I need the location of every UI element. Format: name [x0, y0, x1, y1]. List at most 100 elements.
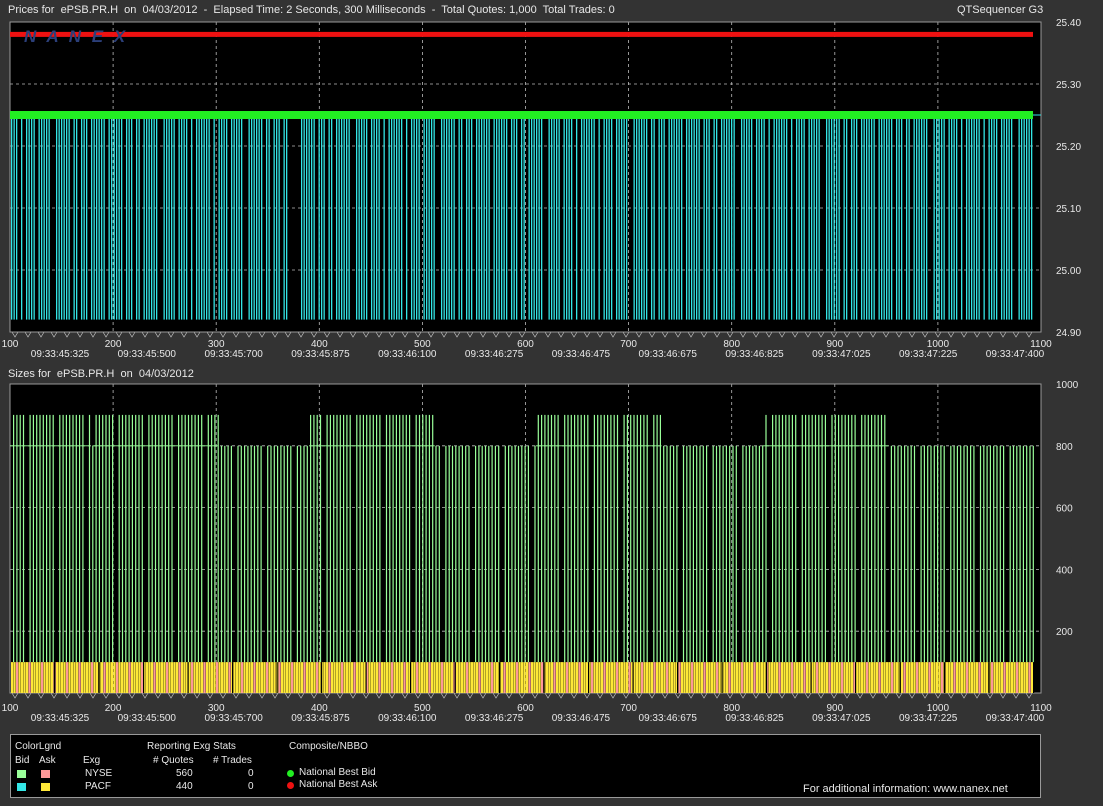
ask-size-bar — [396, 662, 399, 693]
bid-size-bar — [577, 414, 579, 663]
bid-size-bar — [283, 445, 285, 663]
ask-size-bar — [493, 662, 496, 693]
x-minor-tick — [986, 331, 994, 338]
ask-size-bar — [191, 662, 194, 693]
bid-size-bar — [517, 445, 520, 663]
pacf-bid-bar — [558, 115, 560, 320]
pacf-bid-bar — [786, 115, 788, 320]
bid-size-bar — [636, 414, 638, 663]
ask-size-bar — [761, 662, 764, 693]
ask-separator — [454, 662, 456, 693]
x-minor-tick — [50, 331, 58, 338]
pacf-bid-bar — [481, 115, 483, 320]
bid-size-bar — [465, 445, 467, 663]
pacf-bid-bar — [678, 115, 680, 320]
ask-size-bar — [106, 662, 109, 693]
ask-size-bar — [566, 662, 569, 693]
x-minor-tick — [557, 692, 565, 699]
x-minor-tick — [310, 692, 318, 699]
ask-size-bar — [258, 662, 261, 693]
x-time-label: 09:33:45:500 — [118, 713, 177, 724]
pacf-bid-bar — [906, 115, 908, 320]
x-time-label: 09:33:46:100 — [378, 713, 437, 724]
x-minor-tick — [310, 331, 318, 338]
y-tick-label: 200 — [1056, 627, 1073, 638]
ask-size-bar — [286, 662, 289, 693]
legend-ask-header: Ask — [39, 755, 56, 766]
ask-size-bar — [86, 662, 89, 693]
pacf-bid-bar — [901, 115, 903, 320]
x-minor-tick — [24, 692, 32, 699]
ask-separator — [365, 662, 367, 693]
x-minor-tick — [63, 692, 71, 699]
x-minor-tick — [1025, 331, 1033, 338]
bid-size-bar — [32, 414, 34, 663]
pacf-bid-bar — [191, 115, 193, 320]
pacf-bid-bar — [443, 115, 445, 320]
ask-size-bar — [116, 662, 119, 693]
pacf-bid-bar — [643, 115, 645, 320]
pacf-bid-bar — [208, 115, 210, 320]
x-tick-label: 100 — [2, 339, 19, 350]
ask-size-bar — [458, 662, 461, 693]
bid-size-bar — [181, 414, 183, 663]
pacf-bid-bar — [581, 115, 583, 320]
x-minor-tick — [804, 331, 812, 338]
nbbo-bid-dot — [287, 770, 294, 777]
pacf-bid-bar — [196, 115, 198, 320]
ask-size-bar — [638, 662, 641, 693]
x-minor-tick — [76, 331, 84, 338]
ask-size-bar — [801, 662, 804, 693]
ask-size-bar — [573, 662, 576, 693]
bid-size-bar — [138, 414, 140, 663]
pacf-bid-bar — [846, 115, 848, 320]
ask-size-bar — [201, 662, 204, 693]
bid-size-bar — [112, 414, 114, 663]
ask-size-bar — [241, 662, 244, 693]
ask-size-bar — [986, 662, 989, 693]
bid-size-bar — [211, 414, 213, 663]
bid-size-bar — [973, 445, 975, 663]
bid-size-bar — [953, 445, 955, 663]
ask-size-bar — [403, 662, 406, 693]
x-minor-tick — [479, 331, 487, 338]
pacf-bid-bar — [516, 115, 518, 320]
ask-size-bar — [513, 662, 516, 693]
ask-size-bar — [481, 662, 484, 693]
pacf-bid-bar — [58, 115, 60, 320]
bid-size-bar — [39, 414, 41, 663]
x-minor-tick — [752, 692, 760, 699]
x-minor-tick — [739, 692, 747, 699]
pacf-bid-bar — [131, 115, 133, 320]
pacf-bid-bar — [373, 115, 375, 320]
pacf-bid-bar — [943, 115, 945, 320]
ask-size-bar — [748, 662, 751, 693]
pacf-bid-bar — [448, 115, 450, 320]
bid-size-bar — [580, 414, 582, 663]
x-minor-tick — [388, 331, 396, 338]
bid-size-bar — [214, 414, 216, 663]
nbbo-title: Composite/NBBO — [289, 741, 368, 752]
bid-size-bar — [785, 414, 787, 663]
pacf-bid-bar — [493, 115, 495, 320]
bid-size-bar — [920, 445, 922, 663]
pacf-bid-bar — [171, 115, 173, 320]
ask-size-bar — [271, 662, 274, 693]
pacf-bid-bar — [251, 115, 253, 320]
pacf-bid-bar — [28, 115, 30, 320]
ask-size-bar — [611, 662, 614, 693]
ask-size-bar — [433, 662, 436, 693]
pacf-bid-bar — [41, 115, 43, 320]
bid-size-bar — [834, 414, 836, 663]
x-minor-tick — [817, 331, 825, 338]
pacf-bid-bar — [63, 115, 65, 320]
ask-size-bar — [198, 662, 201, 693]
ask-size-bar — [16, 662, 19, 693]
ask-size-bar — [916, 662, 919, 693]
x-minor-tick — [466, 692, 474, 699]
x-minor-tick — [661, 692, 669, 699]
pacf-bid-bar — [483, 115, 485, 320]
ask-separator — [1033, 662, 1035, 693]
ask-size-bar — [901, 662, 904, 693]
bid-size-bar — [715, 445, 718, 663]
